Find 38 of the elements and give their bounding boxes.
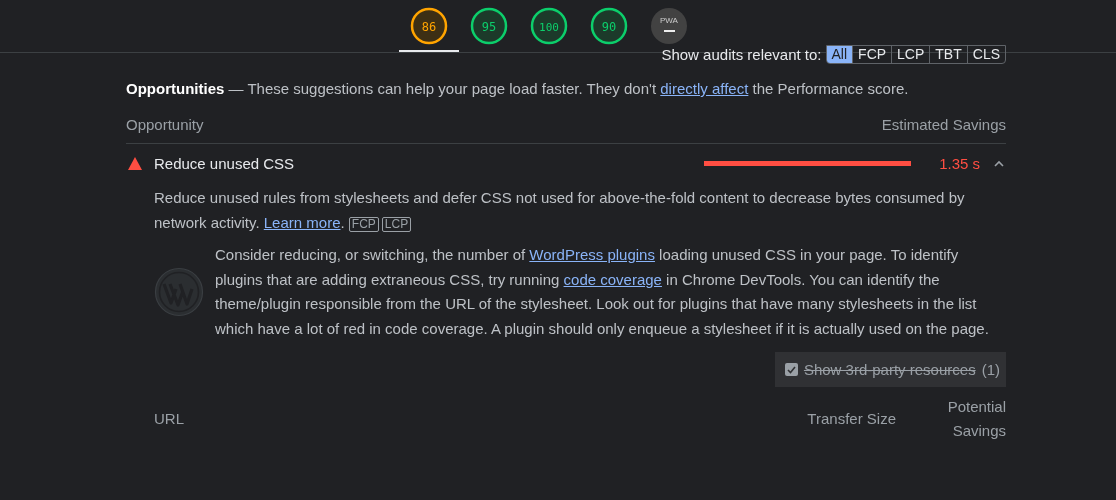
column-header: Potential Savings — [946, 397, 1006, 441]
score-gauge: 86 — [410, 7, 448, 45]
audit-row[interactable]: Reduce unused CSS 1.35 s — [126, 144, 1006, 182]
filter-label: Show audits relevant to: — [661, 45, 822, 63]
score-gauge: 100 — [530, 7, 568, 45]
category-tab[interactable]: 90 — [579, 0, 639, 52]
column-header: Opportunity — [126, 115, 204, 135]
third-party-toggle[interactable]: Show 3rd-party resources (1) — [774, 352, 1006, 387]
audit-description: Reduce unused rules from stylesheets and defer CSS not used for above-the-fold content to decrease bytes consumed by network activity. Learn more. FCP LCP — [154, 188, 966, 234]
savings-value: 1.35 s — [939, 154, 980, 172]
link[interactable]: Learn more — [263, 214, 341, 231]
score-gauge: 95 — [470, 7, 508, 45]
column-header: URL — [154, 409, 185, 429]
filter-option[interactable]: CLS — [966, 45, 1005, 63]
dash-icon — [663, 30, 675, 32]
filter-option[interactable]: All — [826, 45, 853, 63]
score-gauge: 90 — [590, 7, 628, 45]
section-description: Opportunities — These suggestions can help your page load faster. They don't directly affect the Performance score. — [126, 79, 910, 99]
column-header: Transfer Size — [806, 409, 896, 429]
column-header: Estimated Savings — [881, 115, 1006, 135]
category-tab[interactable]: 86 — [399, 0, 459, 52]
resource-count: (1) — [981, 361, 1000, 378]
category-tab[interactable]: 100 — [519, 0, 579, 52]
filter-option[interactable]: FCP — [852, 45, 892, 63]
checkbox[interactable] — [784, 363, 798, 376]
link[interactable]: directly affect — [660, 80, 749, 97]
filter-option[interactable]: LCP — [891, 45, 930, 63]
toggle-label: Show 3rd-party resources — [803, 361, 976, 378]
category-tab[interactable]: 95 — [459, 0, 519, 52]
chevron-icon[interactable] — [994, 159, 1004, 167]
gauge-label: PWA — [660, 17, 678, 25]
link[interactable]: code coverage — [563, 270, 662, 288]
audit-title: Reduce unused CSS — [154, 154, 296, 172]
wordpress-icon — [154, 267, 204, 317]
filter-option[interactable]: TBT — [929, 45, 967, 63]
link[interactable]: WordPress plugins — [529, 246, 655, 263]
stack-pack-advice: Consider reducing, or switching, the number of WordPress plugins loading unused CSS in your page. To identify plugins that are adding extraneous CSS, try running code coverage in Chrome DevTools. You can identify the theme/plugin responsible from the URL of the stylesheet. Look out for plugins that have many stylesheets in the list which have a lot of red in code coverage. A plugin should only enqueue a stylesheet if it is actually used on the page. — [215, 245, 990, 339]
warning-triangle-icon — [128, 156, 142, 170]
